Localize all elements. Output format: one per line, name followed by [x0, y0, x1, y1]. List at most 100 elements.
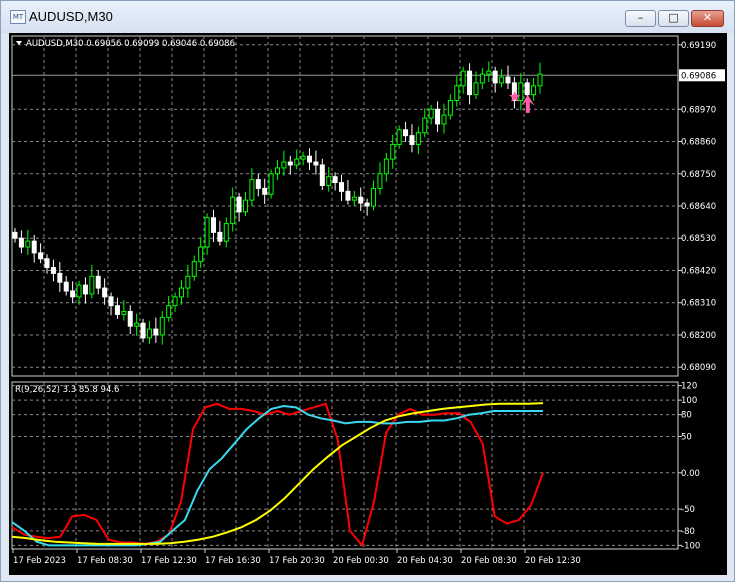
symbol-label: AUDUSD,M30 0.69056 0.69099 0.69046 0.690…: [26, 39, 235, 49]
candle-body: [223, 223, 229, 242]
indicator-tick-label: 100: [681, 396, 697, 406]
candle-body: [447, 99, 453, 116]
price-tick-label: 0.69190: [681, 41, 716, 51]
candle-body: [435, 108, 441, 125]
time-tick-label: 17 Feb 08:30: [77, 556, 133, 566]
candle-body: [505, 76, 511, 84]
candle-body: [70, 290, 76, 298]
candle-body: [230, 196, 236, 225]
candle-body: [428, 108, 434, 119]
candle-body: [531, 85, 537, 96]
candle-body: [537, 73, 543, 87]
candle-body: [326, 176, 332, 186]
candle-body: [127, 311, 133, 327]
price-tick-label: 0.68200: [681, 331, 716, 341]
current-price-label: 0.69086: [681, 71, 716, 81]
candle-body: [31, 240, 37, 254]
candle-body: [339, 182, 345, 192]
candle-body: [319, 164, 325, 186]
candle-body: [300, 155, 306, 160]
price-tick-label: 0.68420: [681, 266, 716, 276]
candle-body: [345, 190, 351, 201]
candle-body: [454, 85, 460, 101]
candle-body: [255, 179, 261, 189]
candle-body: [479, 73, 485, 84]
candle-body: [146, 328, 152, 339]
time-tick-label: 17 Feb 12:30: [141, 556, 197, 566]
indicator-tick-label: -50: [681, 505, 695, 515]
time-tick-label: 17 Feb 20:30: [269, 556, 325, 566]
candle-body: [313, 161, 319, 166]
time-tick-label: 20 Feb 08:30: [461, 556, 517, 566]
candle-body: [140, 322, 146, 339]
indicator-line-cyan: [11, 404, 543, 547]
candle-body: [12, 231, 18, 239]
chart-menu-icon: [16, 41, 22, 45]
indicator-label: R(9,26,52) 3.3 85.8 94.6: [15, 385, 119, 395]
candle-body: [166, 305, 172, 318]
candle-body: [518, 82, 524, 101]
price-tick-label: 0.68750: [681, 170, 716, 180]
candle-body: [38, 252, 44, 260]
time-tick-label: 20 Feb 00:30: [333, 556, 389, 566]
candle-body: [18, 237, 24, 248]
time-tick-label: 20 Feb 04:30: [397, 556, 453, 566]
candle-body: [499, 76, 505, 84]
candle-body: [153, 328, 159, 336]
candle-body: [191, 261, 197, 277]
indicator-tick-label: 120: [681, 382, 697, 392]
indicator-line-yellow: [11, 402, 544, 545]
candle-body: [383, 158, 389, 175]
close-button[interactable]: ✕: [691, 10, 724, 27]
indicator-tick-label: -100: [681, 541, 700, 551]
time-tick-label: 20 Feb 12:30: [525, 556, 581, 566]
candle-body: [50, 267, 56, 274]
maximize-button[interactable]: □: [658, 10, 689, 27]
chart-window-icon: MT: [10, 10, 26, 24]
candle-body: [242, 199, 248, 213]
time-tick-label: 17 Feb 16:30: [205, 556, 261, 566]
candle-body: [275, 167, 280, 175]
indicator-line-red: [11, 402, 544, 548]
candle-body: [294, 158, 300, 166]
price-tick-label: 0.68310: [681, 299, 716, 309]
candle-body: [358, 196, 364, 204]
candle-body: [390, 143, 396, 160]
indicator-tick-label: 0.00: [681, 469, 700, 479]
candle-body: [307, 155, 313, 163]
candle-body: [108, 296, 114, 307]
candle-body: [172, 296, 178, 307]
candle-body: [217, 231, 223, 242]
candle-body: [396, 129, 402, 145]
candle-body: [82, 284, 88, 295]
candle-body: [102, 287, 108, 298]
candle-body: [403, 129, 409, 137]
candle-body: [236, 196, 242, 213]
candle-body: [95, 275, 101, 289]
candle-body: [409, 135, 415, 145]
indicator-tick-label: 50: [681, 432, 692, 442]
candle-body: [364, 202, 370, 207]
candle-body: [249, 179, 255, 201]
price-tick-label: 0.68970: [681, 105, 716, 115]
candle-body: [268, 173, 274, 195]
minimize-button[interactable]: –: [625, 10, 656, 27]
candle-body: [210, 217, 216, 233]
candle-body: [159, 316, 165, 336]
price-tick-label: 0.68090: [681, 363, 716, 373]
chart-canvas[interactable]: 0.69190 0.69086 0.68970 0.68860 0.68750 0.686…: [9, 33, 727, 575]
title-bar[interactable]: MT AUDUSD,M30 – □ ✕: [1, 1, 734, 33]
candle-body: [204, 217, 210, 248]
price-tick-label: 0.68860: [681, 138, 716, 148]
indicator-panel-frame: [11, 381, 679, 550]
chart-area[interactable]: 0.69190 0.69086 0.68970 0.68860 0.68750 0.686…: [9, 33, 727, 575]
candle-body: [486, 70, 492, 75]
candle-body: [114, 305, 120, 315]
candle-body: [121, 311, 127, 315]
candle-body: [281, 161, 287, 169]
candle-body: [460, 70, 466, 87]
window-title: AUDUSD,M30: [29, 9, 113, 24]
candle-body: [371, 187, 377, 207]
candle-body: [467, 70, 473, 96]
candle-body: [492, 70, 498, 84]
